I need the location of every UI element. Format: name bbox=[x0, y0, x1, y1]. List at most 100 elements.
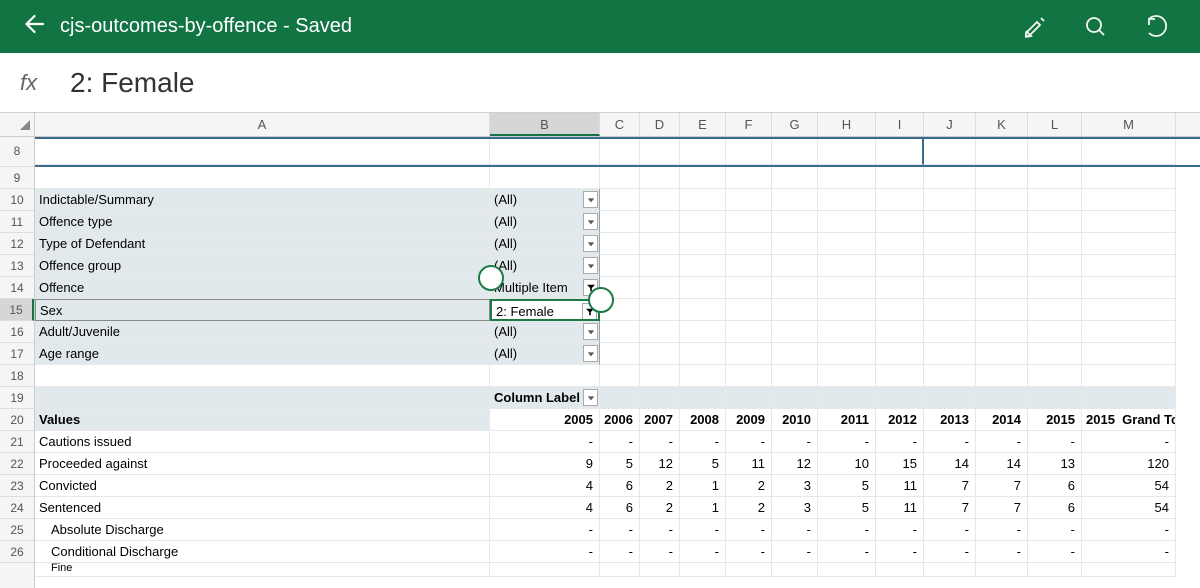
data-cell[interactable]: - bbox=[1028, 541, 1082, 563]
dropdown-icon[interactable] bbox=[583, 257, 598, 274]
data-cell[interactable]: - bbox=[876, 431, 924, 453]
data-cell[interactable]: 2 bbox=[726, 475, 772, 497]
undo-icon[interactable] bbox=[1144, 14, 1170, 40]
filter-value[interactable]: (All) bbox=[490, 233, 600, 255]
data-cell[interactable]: 7 bbox=[976, 497, 1028, 519]
data-cell[interactable]: 10 bbox=[818, 453, 876, 475]
table-row[interactable] bbox=[35, 167, 1200, 189]
data-cell[interactable]: - bbox=[726, 541, 772, 563]
year-header-row[interactable]: Values 2005 2006 2007 2008 2009 2010 201… bbox=[35, 409, 1200, 431]
filter-value[interactable]: (All) bbox=[490, 255, 600, 277]
data-row[interactable]: Sentenced46212351177654 bbox=[35, 497, 1200, 519]
data-cell[interactable]: - bbox=[1028, 519, 1082, 541]
filter-row[interactable]: Offence Multiple Item bbox=[35, 277, 1200, 299]
data-cell[interactable]: - bbox=[640, 519, 680, 541]
formula-value[interactable]: 2: Female bbox=[70, 67, 195, 99]
data-cell[interactable]: - bbox=[680, 519, 726, 541]
data-cell[interactable]: - bbox=[818, 519, 876, 541]
data-cell[interactable]: 5 bbox=[818, 497, 876, 519]
row-header[interactable]: 22 bbox=[0, 453, 34, 475]
data-cell[interactable]: - bbox=[1028, 431, 1082, 453]
data-cell[interactable]: - bbox=[818, 541, 876, 563]
filter-value[interactable]: (All) bbox=[490, 211, 600, 233]
row-header[interactable] bbox=[0, 563, 34, 577]
data-cell[interactable]: - bbox=[490, 431, 600, 453]
data-cell[interactable]: - bbox=[680, 541, 726, 563]
data-cell[interactable]: 7 bbox=[976, 475, 1028, 497]
row-header[interactable]: 9 bbox=[0, 167, 34, 189]
data-cell[interactable]: - bbox=[1082, 431, 1176, 453]
data-cell[interactable]: 5 bbox=[818, 475, 876, 497]
data-cell[interactable]: - bbox=[924, 541, 976, 563]
row-header[interactable]: 10 bbox=[0, 189, 34, 211]
col-header[interactable]: I bbox=[876, 113, 924, 136]
grid[interactable]: Indictable/Summary (All) Offence type (A… bbox=[35, 137, 1200, 588]
data-cell[interactable]: - bbox=[490, 519, 600, 541]
data-cell[interactable]: 14 bbox=[976, 453, 1028, 475]
data-row[interactable]: Fine bbox=[35, 563, 1200, 577]
data-cell[interactable]: - bbox=[640, 541, 680, 563]
data-cell[interactable]: - bbox=[640, 431, 680, 453]
data-cell[interactable]: 12 bbox=[772, 453, 818, 475]
row-header[interactable]: 14 bbox=[0, 277, 34, 299]
data-row[interactable]: Absolute Discharge------------ bbox=[35, 519, 1200, 541]
data-cell[interactable]: 6 bbox=[1028, 497, 1082, 519]
data-cell[interactable]: 6 bbox=[1028, 475, 1082, 497]
row-header[interactable]: 12 bbox=[0, 233, 34, 255]
data-cell[interactable]: - bbox=[772, 519, 818, 541]
col-header[interactable]: F bbox=[726, 113, 772, 136]
back-button[interactable] bbox=[20, 11, 60, 42]
data-cell[interactable]: 1 bbox=[680, 497, 726, 519]
filter-row[interactable]: Type of Defendant (All) bbox=[35, 233, 1200, 255]
data-cell[interactable]: - bbox=[976, 519, 1028, 541]
row-header[interactable]: 15 bbox=[0, 299, 34, 321]
data-cell[interactable]: 13 bbox=[1028, 453, 1082, 475]
data-cell[interactable]: - bbox=[726, 431, 772, 453]
dropdown-icon[interactable] bbox=[583, 345, 598, 362]
data-row[interactable]: Proceeded against9512511121015141413120 bbox=[35, 453, 1200, 475]
filter-value[interactable]: (All) bbox=[490, 321, 600, 343]
data-cell[interactable]: - bbox=[1082, 541, 1176, 563]
data-cell[interactable]: - bbox=[876, 541, 924, 563]
table-row[interactable] bbox=[35, 137, 1200, 167]
filter-row[interactable]: Offence type (All) bbox=[35, 211, 1200, 233]
row-header[interactable]: 20 bbox=[0, 409, 34, 431]
col-header[interactable]: E bbox=[680, 113, 726, 136]
data-cell[interactable]: - bbox=[772, 431, 818, 453]
filter-value[interactable]: (All) bbox=[490, 343, 600, 365]
row-header[interactable]: 17 bbox=[0, 343, 34, 365]
data-cell[interactable]: 11 bbox=[876, 475, 924, 497]
filter-value-selected[interactable]: 2: Female bbox=[490, 299, 600, 321]
data-cell[interactable]: 6 bbox=[600, 497, 640, 519]
col-header[interactable]: L bbox=[1028, 113, 1082, 136]
row-header[interactable]: 25 bbox=[0, 519, 34, 541]
col-header[interactable]: K bbox=[976, 113, 1028, 136]
data-cell[interactable]: - bbox=[600, 541, 640, 563]
data-cell[interactable]: 5 bbox=[680, 453, 726, 475]
data-cell[interactable]: 54 bbox=[1082, 475, 1176, 497]
filter-row[interactable]: Adult/Juvenile (All) bbox=[35, 321, 1200, 343]
data-cell[interactable]: - bbox=[924, 431, 976, 453]
data-cell[interactable]: 2 bbox=[640, 497, 680, 519]
row-header[interactable]: 21 bbox=[0, 431, 34, 453]
col-header[interactable]: H bbox=[818, 113, 876, 136]
filter-value[interactable]: Multiple Item bbox=[490, 277, 600, 299]
col-header[interactable]: B bbox=[490, 113, 600, 136]
data-cell[interactable]: 12 bbox=[640, 453, 680, 475]
data-cell[interactable]: 11 bbox=[726, 453, 772, 475]
data-cell[interactable]: 6 bbox=[600, 475, 640, 497]
data-cell[interactable]: 5 bbox=[600, 453, 640, 475]
dropdown-icon[interactable] bbox=[583, 191, 598, 208]
data-cell[interactable]: 9 bbox=[490, 453, 600, 475]
row-header[interactable]: 24 bbox=[0, 497, 34, 519]
row-header[interactable]: 11 bbox=[0, 211, 34, 233]
data-cell[interactable]: - bbox=[600, 431, 640, 453]
row-header[interactable]: 18 bbox=[0, 365, 34, 387]
filter-row[interactable]: Indictable/Summary (All) bbox=[35, 189, 1200, 211]
selection-handle[interactable] bbox=[478, 265, 504, 291]
dropdown-icon[interactable] bbox=[583, 323, 598, 340]
data-cell[interactable]: 3 bbox=[772, 475, 818, 497]
data-cell[interactable]: 120 bbox=[1082, 453, 1176, 475]
data-cell[interactable]: - bbox=[726, 519, 772, 541]
filter-row[interactable]: Sex 2: Female bbox=[35, 299, 1200, 321]
